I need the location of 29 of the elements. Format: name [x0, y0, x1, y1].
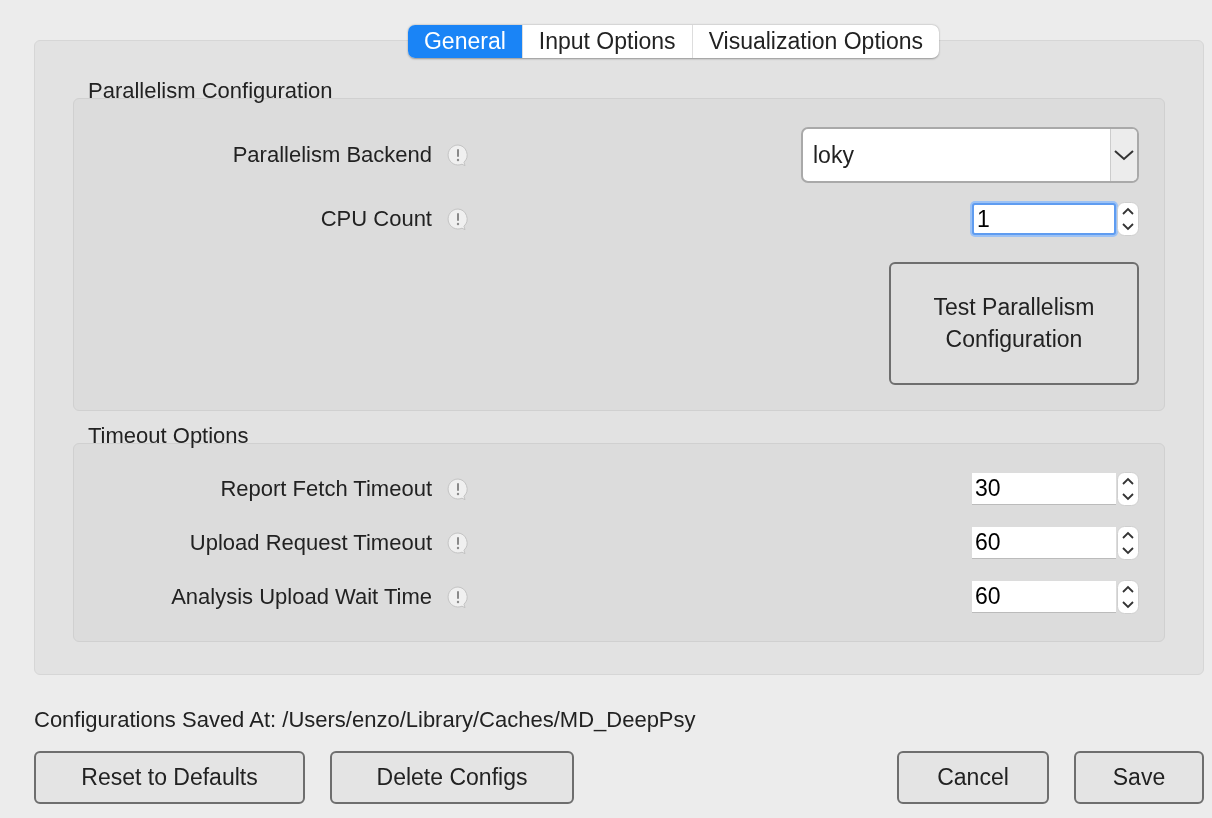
- chevron-down-icon: [1113, 148, 1135, 162]
- info-icon[interactable]: [446, 207, 470, 231]
- field-label: Upload Request Timeout: [188, 530, 432, 556]
- stepper-icon[interactable]: [1117, 472, 1139, 506]
- action-button[interactable]: Delete Configs: [330, 751, 574, 804]
- group-title: Timeout Options: [87, 422, 249, 450]
- number-field[interactable]: 60: [972, 581, 1116, 613]
- action-button[interactable]: Cancel: [897, 751, 1049, 804]
- info-icon[interactable]: [446, 531, 470, 555]
- tab[interactable]: General: [408, 25, 522, 58]
- number-field[interactable]: 60: [972, 527, 1116, 559]
- field-label: Parallelism Backend: [231, 142, 432, 168]
- saved-path-text: Configurations Saved At: /Users/enzo/Library/Caches/MD_DeepPsy: [34, 706, 697, 734]
- field-label: Analysis Upload Wait Time: [170, 584, 432, 610]
- dropdown[interactable]: loky: [801, 127, 1139, 183]
- info-icon[interactable]: [446, 585, 470, 609]
- action-button[interactable]: Save: [1074, 751, 1204, 804]
- group-title: Parallelism Configuration: [87, 77, 333, 105]
- stepper-icon[interactable]: [1117, 580, 1139, 614]
- number-field[interactable]: 1: [972, 203, 1116, 235]
- field-label: Report Fetch Timeout: [219, 476, 432, 502]
- info-icon[interactable]: [446, 143, 470, 167]
- stepper-icon[interactable]: [1117, 526, 1139, 560]
- action-button[interactable]: Reset to Defaults: [34, 751, 305, 804]
- field-label: CPU Count: [319, 206, 432, 232]
- number-field[interactable]: 30: [972, 473, 1116, 505]
- info-icon[interactable]: [446, 477, 470, 501]
- stepper-icon[interactable]: [1117, 202, 1139, 236]
- test-button[interactable]: Test Parallelism Configuration: [889, 262, 1139, 385]
